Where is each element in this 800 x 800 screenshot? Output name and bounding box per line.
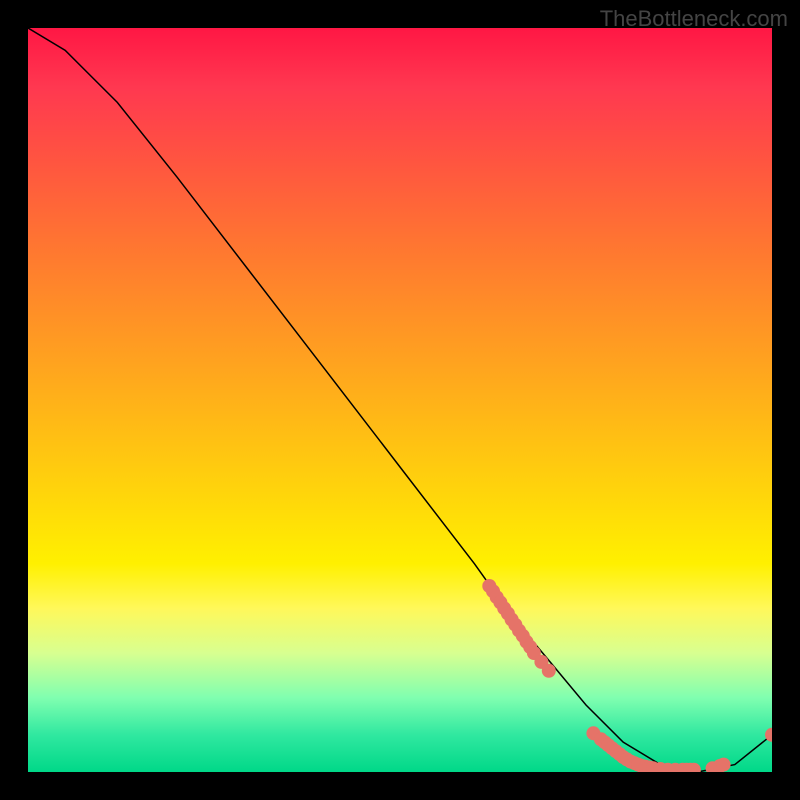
bottleneck-curve xyxy=(28,28,772,772)
chart-svg xyxy=(28,28,772,772)
data-point xyxy=(542,664,556,678)
watermark-text: TheBottleneck.com xyxy=(600,6,788,32)
data-point xyxy=(717,758,731,772)
data-points-group xyxy=(482,579,772,772)
chart-plot-area xyxy=(28,28,772,772)
